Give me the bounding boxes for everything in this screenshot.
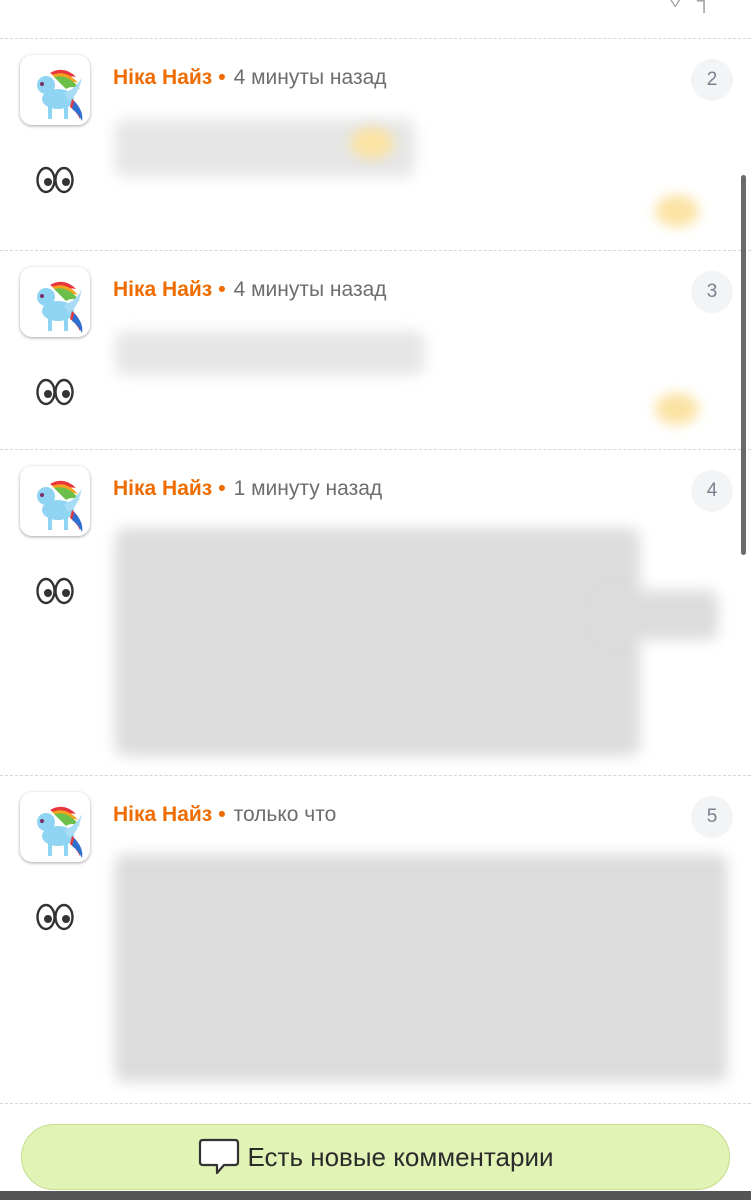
overflow-icons: ◊ ┐: [670, 0, 711, 12]
bottom-bar: [0, 1191, 751, 1200]
reaction-emoji-blurred: [350, 127, 394, 159]
comment-item: Ніка Найз • только что 5: [0, 776, 751, 1104]
new-comments-button[interactable]: Есть новые комментарии: [21, 1124, 730, 1190]
comment-number[interactable]: 5: [691, 796, 733, 838]
comment-item: Ніка Найз • 1 минуту назад 4: [0, 450, 751, 776]
pony-avatar-icon: [37, 281, 83, 333]
eyes-icon: [36, 166, 74, 194]
speech-bubble-icon: [199, 1138, 240, 1175]
previous-comment-footer: ◊ ┐: [0, 0, 751, 39]
scrollbar[interactable]: [741, 175, 746, 555]
comment-author[interactable]: Ніка Найз: [113, 66, 212, 89]
comment-number[interactable]: 3: [691, 271, 733, 313]
pony-avatar-icon: [37, 806, 83, 858]
eyes-reaction[interactable]: [36, 576, 74, 606]
comment-body-blurred: [115, 854, 727, 1082]
comment-time[interactable]: только что: [234, 803, 337, 826]
comment-author[interactable]: Ніка Найз: [113, 278, 212, 301]
avatar[interactable]: [20, 267, 90, 337]
comment-time[interactable]: 1 минуту назад: [234, 477, 383, 500]
reaction-emoji-blurred: [655, 195, 699, 227]
meta-separator: •: [218, 477, 226, 500]
comment-body-blurred: [600, 590, 718, 640]
comment-meta: Ніка Найз • 4 минуты назад: [113, 277, 387, 303]
comment-item: Ніка Найз • 4 минуты назад 2: [0, 39, 751, 251]
eyes-reaction[interactable]: [36, 377, 74, 407]
comment-number[interactable]: 2: [691, 59, 733, 101]
reaction-emoji-blurred: [655, 393, 699, 425]
eyes-icon: [36, 903, 74, 931]
meta-separator: •: [218, 278, 226, 301]
avatar[interactable]: [20, 466, 90, 536]
pony-avatar-icon: [37, 69, 83, 121]
comment-author[interactable]: Ніка Найз: [113, 803, 212, 826]
comment-meta: Ніка Найз • 1 минуту назад: [113, 476, 382, 502]
comment-meta: Ніка Найз • 4 минуты назад: [113, 65, 387, 91]
pony-avatar-icon: [37, 480, 83, 532]
avatar[interactable]: [20, 55, 90, 125]
comment-body-blurred: [115, 528, 640, 756]
eyes-icon: [36, 577, 74, 605]
comment-time[interactable]: 4 минуты назад: [234, 66, 387, 89]
comment-body-blurred: [115, 331, 425, 375]
eyes-reaction[interactable]: [36, 165, 74, 195]
comment-time[interactable]: 4 минуты назад: [234, 278, 387, 301]
eyes-icon: [36, 378, 74, 406]
comment-author[interactable]: Ніка Найз: [113, 477, 212, 500]
comment-number[interactable]: 4: [691, 470, 733, 512]
eyes-reaction[interactable]: [36, 902, 74, 932]
meta-separator: •: [218, 66, 226, 89]
avatar[interactable]: [20, 792, 90, 862]
meta-separator: •: [218, 803, 226, 826]
comment-item: Ніка Найз • 4 минуты назад 3: [0, 251, 751, 450]
comment-meta: Ніка Найз • только что: [113, 802, 336, 828]
new-comments-label: Есть новые комментарии: [247, 1141, 554, 1172]
